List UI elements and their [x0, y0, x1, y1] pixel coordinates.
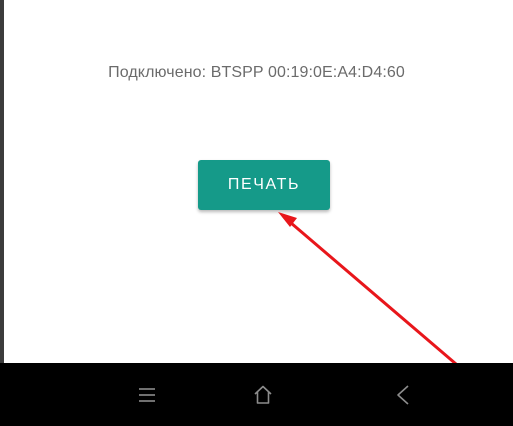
annotation-arrow-head: [278, 212, 297, 227]
app-screen: Подключено: BTSPP 00:19:0E:A4:D4:60 ПЕЧА…: [0, 0, 513, 426]
back-button[interactable]: [373, 363, 433, 426]
back-icon: [397, 384, 409, 405]
home-button[interactable]: [233, 363, 293, 426]
connection-status-text: Подключено: BTSPP 00:19:0E:A4:D4:60: [108, 64, 405, 81]
annotation-arrow-shaft: [282, 215, 458, 366]
system-navigation-bar: [0, 363, 513, 426]
recents-icon: [139, 387, 155, 402]
recents-button[interactable]: [117, 363, 177, 426]
home-icon: [254, 385, 272, 404]
print-button[interactable]: ПЕЧАТЬ: [198, 160, 330, 210]
